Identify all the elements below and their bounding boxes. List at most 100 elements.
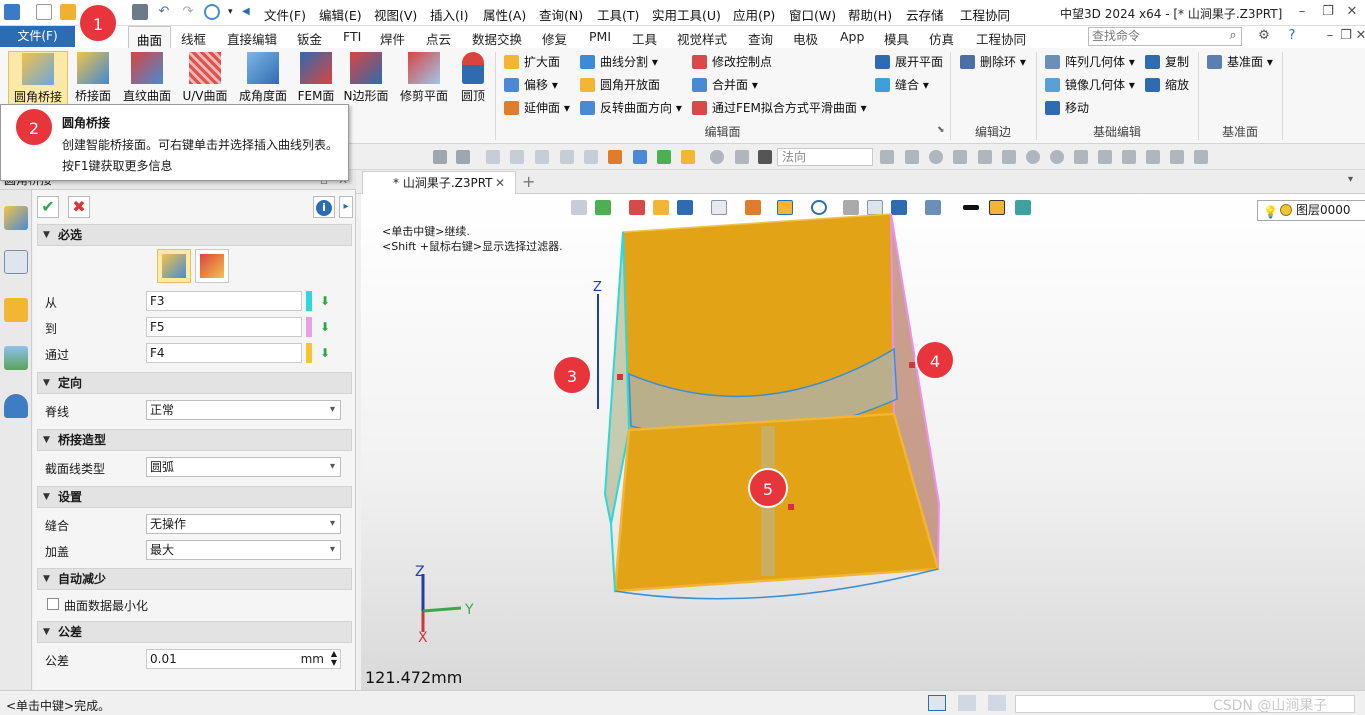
fem-smooth-button[interactable]: 通过FEM拟合方式平滑曲面 ▾ [692, 98, 867, 118]
tab-app[interactable]: App [840, 29, 864, 44]
monitor-icon[interactable] [958, 695, 976, 711]
move-button[interactable]: 移动 [1045, 98, 1089, 118]
menu-collab[interactable]: 工程协同 [960, 5, 1010, 24]
profile-type-select[interactable]: 圆弧 [146, 457, 341, 477]
bridge-mode-1-button[interactable] [157, 249, 191, 283]
enlarge-face-button[interactable]: 扩大面 [504, 52, 560, 72]
gear-icon[interactable]: ⚙ [1254, 26, 1274, 46]
toolbar-icon[interactable] [1194, 150, 1208, 164]
tab-visual-style[interactable]: 视觉样式 [677, 29, 727, 48]
tab-data-exchange[interactable]: 数据交换 [472, 29, 522, 48]
toolbar-icon[interactable] [1050, 150, 1064, 164]
scale-button[interactable]: 缩放 [1145, 75, 1189, 95]
toolbar-icon[interactable] [1098, 150, 1112, 164]
toolbar-icon[interactable] [584, 150, 598, 164]
tab-direct-edit[interactable]: 直接编辑 [227, 29, 277, 48]
toolbar-icon[interactable] [1122, 150, 1136, 164]
3d-viewport[interactable]: 💡 图层0000 ▾ <单击中键>继续. <Shift +鼠标右键>显示选择过滤… [361, 194, 1365, 690]
toolbar-icon[interactable] [633, 150, 647, 164]
toolbar-icon[interactable] [681, 150, 695, 164]
merge-face-button[interactable]: 合并面 ▾ [692, 75, 758, 95]
model-canvas[interactable]: Z Z Y X [361, 194, 1365, 690]
toolbar-icon[interactable] [1074, 150, 1088, 164]
cap-select[interactable]: 最大 [146, 540, 341, 560]
arrow-left-icon[interactable]: ◀ [242, 4, 258, 20]
section-orientation[interactable]: 定向 [37, 372, 352, 394]
toolbar-icon[interactable] [535, 150, 549, 164]
history-tree-icon[interactable] [4, 250, 28, 274]
menu-edit[interactable]: 编辑(E) [319, 5, 362, 24]
view-icon[interactable] [4, 346, 28, 370]
reverse-surface-button[interactable]: 反转曲面方向 ▾ [580, 98, 682, 118]
curve-split-button[interactable]: 曲线分割 ▾ [580, 52, 658, 72]
tab-list-icon[interactable]: ▾ [1348, 174, 1353, 185]
minimize-data-checkbox[interactable] [47, 598, 59, 610]
ok-button[interactable]: ✔ [37, 196, 59, 218]
cancel-button[interactable]: ✖ [68, 196, 90, 218]
search-icon[interactable]: ⌕ [1223, 26, 1243, 46]
section-bridge-shape[interactable]: 桥接造型 [37, 429, 352, 451]
dome-button[interactable]: 圆顶 [457, 51, 489, 113]
section-required[interactable]: 必选 [37, 224, 352, 246]
tab-collab[interactable]: 工程协同 [976, 29, 1026, 48]
close-icon[interactable]: ✕ [1342, 2, 1362, 22]
menu-query[interactable]: 查询(N) [539, 5, 583, 24]
part-icon[interactable] [4, 298, 28, 322]
tolerance-input[interactable]: 0.01 mm ▲ ▼ [146, 649, 341, 669]
offset-button[interactable]: 偏移 ▾ [504, 75, 558, 95]
menu-help[interactable]: 帮助(H) [848, 5, 892, 24]
toolbar-icon[interactable] [880, 150, 894, 164]
expand-panel-icon[interactable]: ▸ [339, 196, 353, 218]
toolbar-icon[interactable] [929, 150, 943, 164]
toolbar-icon[interactable] [953, 150, 967, 164]
toolbar-icon[interactable] [510, 150, 524, 164]
stitch-select[interactable]: 无操作 [146, 514, 341, 534]
tab-wireframe[interactable]: 线框 [181, 29, 206, 48]
tab-mold[interactable]: 模具 [884, 29, 909, 48]
new-file-icon[interactable] [36, 4, 52, 20]
list-icon[interactable] [988, 695, 1006, 711]
tab-pmi[interactable]: PMI [589, 29, 611, 44]
to-field[interactable]: F5 [146, 317, 302, 337]
modify-control-points-button[interactable]: 修改控制点 [692, 52, 772, 72]
section-settings[interactable]: 设置 [37, 486, 352, 508]
unfold-plane-button[interactable]: 展开平面 [875, 52, 943, 72]
toolbar-icon[interactable] [735, 150, 749, 164]
toolbar-icon[interactable] [608, 150, 622, 164]
status-toggle-icon[interactable] [928, 695, 946, 711]
menu-window[interactable]: 窗口(W) [789, 5, 836, 24]
feature-tab-icon[interactable] [4, 206, 28, 230]
menu-utilities[interactable]: 实用工具(U) [652, 5, 721, 24]
delete-loop-button[interactable]: 删除环 ▾ [960, 52, 1026, 72]
filter-select[interactable]: 法向 [777, 148, 873, 166]
menu-tools[interactable]: 工具(T) [597, 5, 639, 24]
menu-insert[interactable]: 插入(I) [430, 5, 468, 24]
pattern-geometry-button[interactable]: 阵列几何体 ▾ [1045, 52, 1135, 72]
open-file-icon[interactable] [60, 4, 76, 20]
extend-face-button[interactable]: 延伸面 ▾ [504, 98, 570, 118]
doc-close-icon[interactable]: ✕ [1351, 26, 1365, 46]
mirror-geometry-button[interactable]: 镜像几何体 ▾ [1045, 75, 1135, 95]
fillet-open-face-button[interactable]: 圆角开放面 [580, 75, 660, 95]
stitch-button[interactable]: 缝合 ▾ [875, 75, 929, 95]
bridge-mode-2-button[interactable] [195, 249, 229, 283]
toolbar-icon[interactable] [433, 150, 447, 164]
refresh-icon[interactable] [204, 4, 220, 20]
toolbar-icon[interactable] [905, 150, 919, 164]
tab-weldment[interactable]: 焊件 [380, 29, 405, 48]
toolbar-icon[interactable] [486, 150, 500, 164]
from-field[interactable]: F3 [146, 291, 302, 311]
toolbar-icon[interactable] [1170, 150, 1184, 164]
pick-arrow-icon[interactable]: ⬇ [320, 294, 334, 308]
file-tab[interactable]: 文件(F) [0, 26, 75, 47]
tab-query[interactable]: 查询 [748, 29, 773, 48]
restore-icon[interactable]: ❐ [1318, 2, 1338, 22]
tab-surface[interactable]: 曲面 [128, 26, 172, 48]
through-field[interactable]: F4 [146, 343, 302, 363]
tab-simulation[interactable]: 仿真 [929, 29, 954, 48]
redo-icon[interactable]: ↷ [180, 4, 196, 20]
tab-pointcloud[interactable]: 点云 [426, 29, 451, 48]
tab-close-icon[interactable]: ✕ [495, 172, 505, 194]
trim-plane-button[interactable]: 修剪平面 [398, 51, 450, 113]
toolbar-icon[interactable] [978, 150, 992, 164]
